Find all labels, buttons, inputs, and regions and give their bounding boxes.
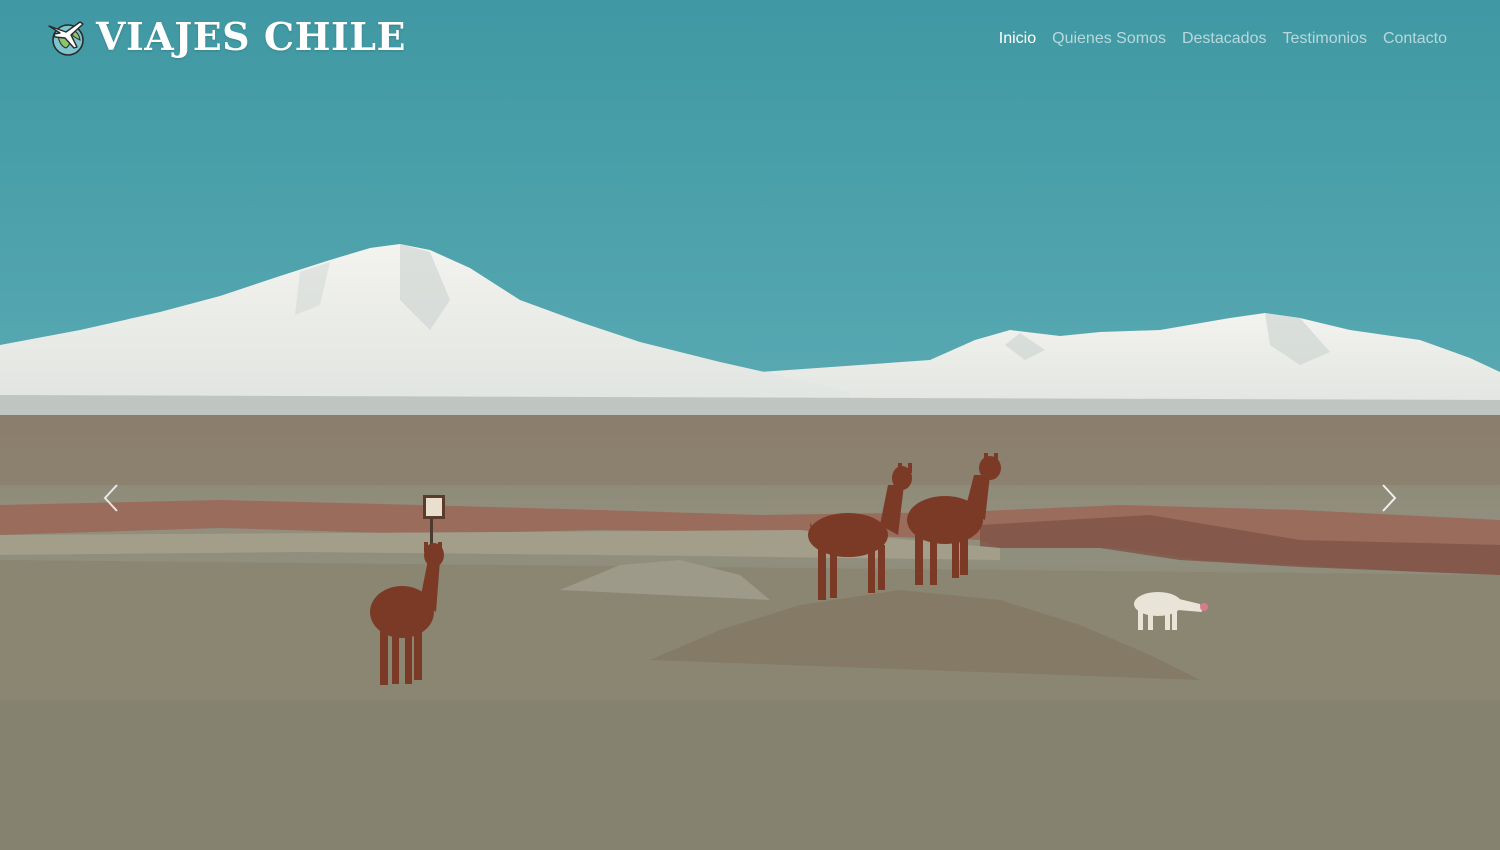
chevron-right-icon [1382,484,1397,512]
nav-menu: Inicio Quienes Somos Destacados Testimon… [999,28,1447,50]
brand-title: VIAJES CHILE [96,14,406,59]
carousel-next-button[interactable] [1358,470,1418,526]
globe-airplane-icon [48,21,84,56]
nav-item-testimonios: Testimonios [1282,28,1366,50]
nav-link-inicio[interactable]: Inicio [999,30,1036,47]
carousel-prev-button[interactable] [82,470,142,526]
hero-landscape-image [0,0,1500,850]
nav-link-quienes-somos[interactable]: Quienes Somos [1052,30,1166,47]
nav-item-inicio: Inicio [999,28,1036,50]
navbar: VIAJES CHILE Inicio Quienes Somos Destac… [0,0,1500,80]
nav-item-destacados: Destacados [1182,28,1267,50]
hero-carousel-slide [0,0,1500,850]
nav-link-destacados[interactable]: Destacados [1182,30,1267,47]
brand-link[interactable]: VIAJES CHILE [46,16,406,58]
nav-link-testimonios[interactable]: Testimonios [1282,30,1366,47]
page: VIAJES CHILE Inicio Quienes Somos Destac… [0,0,1500,850]
nav-link-contacto[interactable]: Contacto [1383,30,1447,47]
nav-item-quienes-somos: Quienes Somos [1052,28,1166,50]
chevron-left-icon [103,484,118,512]
nav-item-contacto: Contacto [1383,28,1447,50]
